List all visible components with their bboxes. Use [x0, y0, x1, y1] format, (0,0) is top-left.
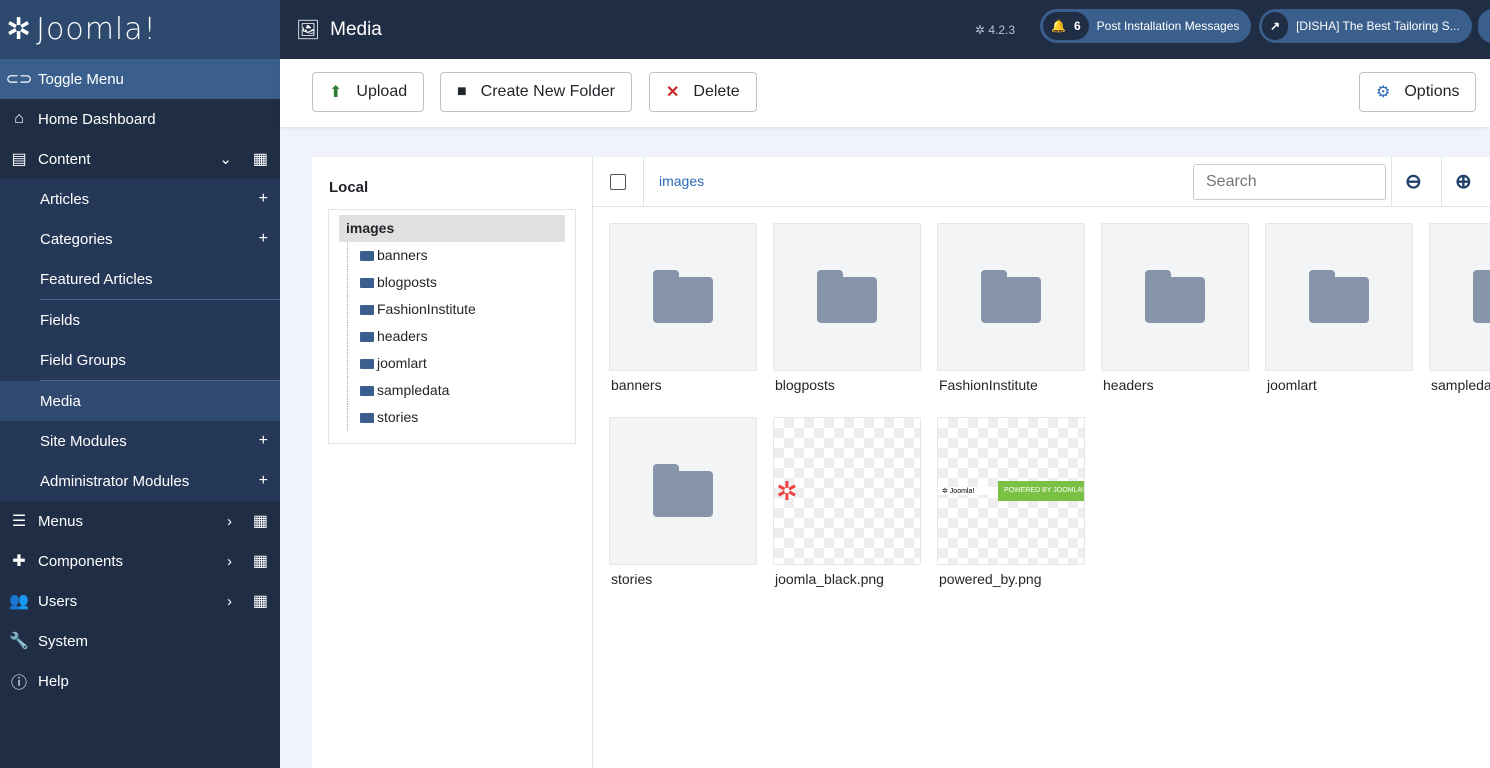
folder-tree: images banners blogposts FashionInstitute h…	[328, 209, 576, 444]
file-icon: ▤	[11, 151, 27, 168]
close-icon: ✕	[666, 84, 680, 101]
folder-icon	[1473, 270, 1490, 323]
chevron-right-icon[interactable]: ›	[227, 593, 232, 610]
folder-icon	[360, 331, 374, 342]
toggle-icon: ⊂⊃	[5, 71, 33, 88]
sidebar-item-categories[interactable]: Categories +	[0, 219, 280, 259]
delete-button[interactable]: ✕ Delete	[649, 72, 757, 112]
folder-icon	[360, 358, 374, 369]
joomla-logo[interactable]: ✲ Joomla!	[0, 0, 280, 59]
sidebar-item-menus[interactable]: ☰ Menus › ▦	[0, 501, 280, 541]
sidebar-item-home-dashboard[interactable]: ⌂ Home Dashboard	[0, 99, 280, 139]
users-icon: 👥	[9, 593, 29, 610]
select-all-checkbox[interactable]	[610, 174, 626, 190]
folder-icon	[1145, 270, 1205, 323]
chevron-right-icon[interactable]: ›	[227, 553, 232, 570]
user-menu-button[interactable]	[1478, 9, 1490, 43]
media-manager: Local images banners blogposts FashionInst…	[312, 157, 1490, 768]
tree-node[interactable]: headers	[347, 323, 575, 350]
folder-icon	[360, 385, 374, 396]
media-item[interactable]: banners	[609, 223, 757, 393]
tree-node[interactable]: sampledata	[347, 377, 575, 404]
zoom-out-icon[interactable]: ⊖	[1405, 169, 1422, 194]
folder-icon	[360, 412, 374, 423]
upload-button[interactable]: ⬆ Upload	[312, 72, 425, 112]
sidebar-item-content[interactable]: ▤ Content ⌄ ▦	[0, 139, 280, 179]
sidebar-item-administrator-modules[interactable]: Administrator Modules +	[0, 461, 280, 501]
external-link-icon: ↗	[1262, 12, 1289, 40]
media-item[interactable]: ✲ Joomla! POWERED BY JOOMLA! powered_by.pn…	[937, 417, 1085, 587]
breadcrumb[interactable]: images	[659, 173, 704, 189]
tree-heading: Local	[329, 179, 369, 196]
sidebar: ✲ Joomla! ⊂⊃ Toggle Menu ⌂ Home Dashboard ▤…	[0, 0, 280, 768]
search-input[interactable]	[1193, 164, 1386, 200]
folder-icon	[653, 464, 713, 517]
folder-icon	[360, 277, 374, 288]
sidebar-item-system[interactable]: 🔧 System	[0, 621, 280, 661]
powered-by-image: ✲ Joomla! POWERED BY JOOMLA!	[938, 481, 1084, 501]
sidebar-item-featured-articles[interactable]: Featured Articles	[0, 259, 280, 299]
plus-icon[interactable]: +	[259, 472, 268, 490]
joomla-logo-icon: ✲	[6, 12, 33, 47]
dashboard-grid-icon[interactable]: ▦	[253, 511, 268, 531]
list-icon: ☰	[11, 513, 27, 530]
folder-icon	[653, 270, 713, 323]
bell-icon: 🔔	[1051, 19, 1066, 33]
folder-icon: ■	[457, 83, 467, 100]
sidebar-item-articles[interactable]: Articles +	[0, 179, 280, 219]
plus-icon[interactable]: +	[259, 432, 268, 450]
media-item[interactable]: FashionInstitute	[937, 223, 1085, 393]
media-item[interactable]: sampledata	[1429, 223, 1490, 393]
media-item[interactable]: ✲ joomla_black.png	[773, 417, 921, 587]
upload-icon: ⬆	[329, 84, 343, 101]
tree-node[interactable]: blogposts	[347, 269, 575, 296]
folder-icon	[1309, 270, 1369, 323]
dashboard-grid-icon[interactable]: ▦	[253, 591, 268, 611]
tree-node[interactable]: joomlart	[347, 350, 575, 377]
chevron-right-icon[interactable]: ›	[227, 513, 232, 530]
folder-icon	[360, 250, 374, 261]
sidebar-item-media[interactable]: Media	[0, 381, 280, 421]
sidebar-item-site-modules[interactable]: Site Modules +	[0, 421, 280, 461]
puzzle-icon: ✚	[12, 553, 26, 570]
sidebar-item-help[interactable]: ⓘ Help	[0, 661, 280, 701]
tree-node[interactable]: FashionInstitute	[347, 296, 575, 323]
post-installation-messages-button[interactable]: 🔔 6 Post Installation Messages	[1040, 9, 1252, 43]
zoom-in-icon[interactable]: ⊕	[1455, 169, 1472, 194]
media-browser: images ⊖ ⊕ bannersblogpostsFashionInstit…	[592, 157, 1490, 768]
create-new-folder-button[interactable]: ■ Create New Folder	[440, 72, 632, 112]
dashboard-grid-icon[interactable]: ▦	[253, 551, 268, 571]
tree-node[interactable]: banners	[347, 242, 575, 269]
media-item[interactable]: stories	[609, 417, 757, 587]
header: 🖼 Media ✲ 4.2.3 🔔 6 Post Installation Messa…	[280, 0, 1490, 59]
tree-root[interactable]: images	[339, 215, 565, 242]
sidebar-item-fields[interactable]: Fields	[0, 300, 280, 340]
plus-icon[interactable]: +	[259, 230, 268, 248]
dashboard-grid-icon[interactable]: ▦	[253, 149, 268, 169]
toggle-menu[interactable]: ⊂⊃ Toggle Menu	[0, 59, 280, 99]
toolbar: ⬆ Upload ■ Create New Folder ✕ Delete ⚙ Opti…	[280, 59, 1490, 127]
sidebar-item-components[interactable]: ✚ Components › ▦	[0, 541, 280, 581]
view-site-button[interactable]: ↗ [DISHA] The Best Tailoring S...	[1259, 9, 1472, 43]
options-button[interactable]: ⚙ Options	[1359, 72, 1477, 112]
chevron-down-icon[interactable]: ⌄	[219, 150, 232, 168]
sidebar-item-users[interactable]: 👥 Users › ▦	[0, 581, 280, 621]
page-title: Media	[330, 18, 382, 40]
joomla-logo-image: ✲	[776, 475, 798, 506]
home-icon: ⌂	[14, 110, 24, 127]
folder-icon	[360, 304, 374, 315]
media-item[interactable]: joomlart	[1265, 223, 1413, 393]
gear-icon: ⚙	[1376, 84, 1391, 101]
media-item[interactable]: blogposts	[773, 223, 921, 393]
plus-icon[interactable]: +	[259, 190, 268, 208]
sidebar-item-field-groups[interactable]: Field Groups	[0, 340, 280, 380]
info-icon: ⓘ	[10, 675, 27, 692]
media-item[interactable]: headers	[1101, 223, 1249, 393]
image-icon: 🖼	[296, 19, 321, 41]
tree-node[interactable]: stories	[347, 404, 575, 431]
version-label: ✲ 4.2.3	[975, 22, 1016, 37]
folder-icon	[981, 270, 1041, 323]
folder-icon	[817, 270, 877, 323]
wrench-icon: 🔧	[9, 633, 29, 650]
